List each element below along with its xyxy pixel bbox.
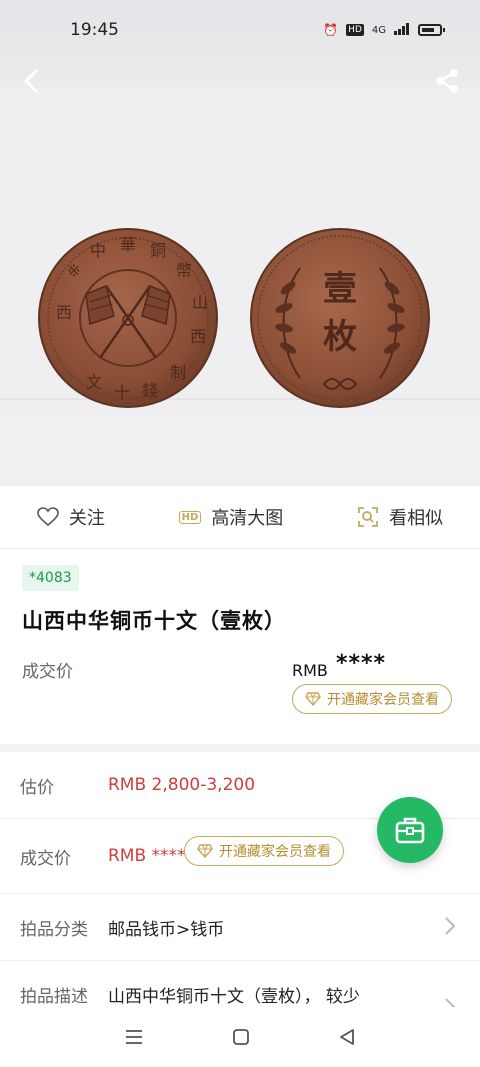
detail-list: 估价 RMB 2,800-3,200 成交价 RMB **** 开通藏家会员查看… [0, 752, 480, 1027]
vip-unlock-button[interactable]: 开通藏家会员查看 [292, 684, 452, 714]
diamond-icon [197, 844, 213, 858]
home-square-icon[interactable] [232, 1028, 250, 1046]
share-icon[interactable] [432, 66, 462, 96]
heart-icon [37, 507, 59, 527]
back-triangle-icon[interactable] [338, 1028, 356, 1046]
sold-price-label: 成交价 [20, 848, 71, 869]
svg-text:錢: 錢 [142, 381, 158, 400]
svg-text:文: 文 [86, 373, 102, 392]
description-value: 山西中华铜币十文（壹枚）， 较少 [108, 986, 360, 1007]
svg-text:十: 十 [114, 383, 130, 402]
battery-icon [418, 24, 445, 36]
coin-reverse: 壹 枚 [250, 228, 430, 408]
svg-text:銅: 銅 [150, 241, 166, 260]
hd-voice-icon: HD [346, 24, 364, 36]
signal-icon [394, 22, 410, 38]
status-time: 19:45 [70, 20, 119, 40]
svg-text:山: 山 [192, 293, 208, 312]
network-label: 4G [371, 24, 386, 36]
hero-image-area: 中華銅 幣山西 制錢十 文西 ※ 壹 枚 [0, 0, 480, 486]
status-icons: ⏰ HD 4G [323, 22, 445, 38]
diamond-icon [305, 692, 321, 706]
status-bar: 19:45 ⏰ HD 4G [0, 0, 480, 60]
svg-text:制: 制 [170, 363, 186, 382]
alarm-icon: ⏰ [323, 23, 339, 37]
menu-icon[interactable] [124, 1029, 144, 1045]
item-title: 山西中华铜币十文（壹枚） [22, 609, 286, 633]
vip-unlock-label: 开通藏家会员查看 [327, 692, 439, 708]
hd-image-button[interactable]: HD 高清大图 [178, 504, 284, 530]
svg-text:中: 中 [90, 241, 106, 260]
similar-button[interactable]: 看相似 [357, 504, 443, 530]
svg-text:西: 西 [56, 303, 72, 322]
svg-text:華: 華 [120, 235, 136, 254]
system-nav-bar [0, 1007, 480, 1067]
estimate-label: 估价 [20, 777, 54, 798]
hd-image-label: 高清大图 [211, 508, 284, 529]
back-arrow-icon[interactable] [18, 66, 48, 96]
briefcase-icon [395, 817, 425, 844]
category-row[interactable]: 拍品分类 邮品钱币>钱币 [0, 894, 480, 961]
price-masked: **** [336, 651, 387, 676]
price-currency: RMB [292, 661, 328, 680]
coin-image: 中華銅 幣山西 制錢十 文西※ 壹 枚 [38, 228, 430, 408]
category-label: 拍品分类 [20, 919, 88, 940]
section-divider [0, 744, 480, 752]
svg-text:※: ※ [67, 261, 80, 280]
svg-text:西: 西 [190, 327, 206, 346]
chevron-right-icon [445, 917, 456, 935]
category-value: 邮品钱币>钱币 [108, 919, 225, 940]
similar-label: 看相似 [389, 508, 444, 529]
description-label: 拍品描述 [20, 986, 88, 1007]
estimate-value: RMB 2,800-3,200 [108, 775, 256, 795]
svg-text:壹: 壹 [323, 269, 357, 309]
sold-price-value: RMB **** [108, 846, 186, 866]
vip-unlock-label-2: 开通藏家会员查看 [219, 844, 331, 860]
follow-label: 关注 [68, 508, 105, 529]
follow-button[interactable]: 关注 [37, 504, 105, 530]
briefcase-fab-button[interactable] [377, 797, 443, 863]
price-label: 成交价 [22, 662, 73, 682]
coin-photo[interactable]: 中華銅 幣山西 制錢十 文西 ※ 壹 枚 [0, 88, 480, 408]
vip-unlock-button-2[interactable]: 开通藏家会员查看 [184, 836, 344, 866]
action-bar: 关注 HD 高清大图 看相似 [0, 486, 480, 549]
hd-icon: HD [178, 510, 202, 524]
lot-info: *4083 山西中华铜币十文（壹枚） 成交价 RMB **** 开通藏家会员查看 [0, 549, 480, 744]
coin-obverse: 中華銅 幣山西 制錢十 文西※ [38, 228, 218, 408]
svg-text:幣: 幣 [176, 261, 192, 280]
svg-text:枚: 枚 [323, 317, 357, 357]
lot-number-badge: *4083 [22, 565, 79, 591]
scan-similar-icon [358, 507, 378, 527]
